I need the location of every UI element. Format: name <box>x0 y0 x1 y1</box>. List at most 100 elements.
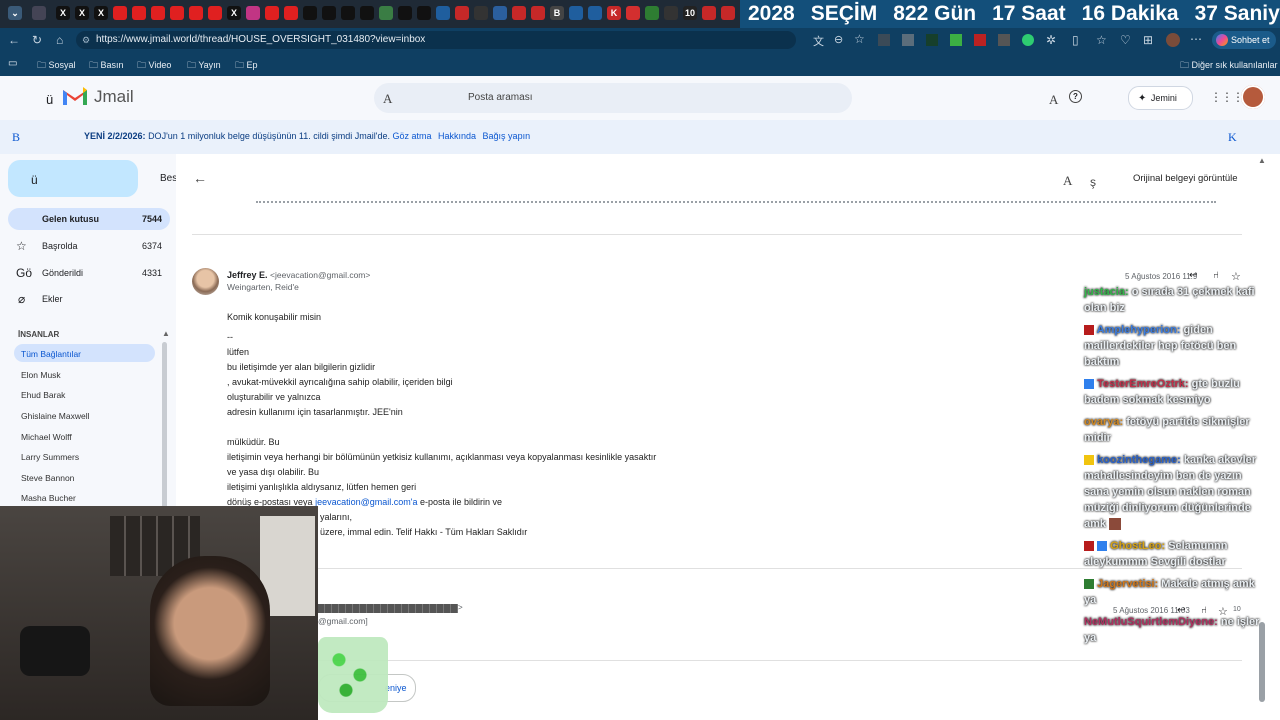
tab-x-icon[interactable] <box>360 6 374 20</box>
star-icon[interactable]: ☆ <box>1231 270 1241 283</box>
translate-icon[interactable]: 文 <box>813 33 824 49</box>
print-icon[interactable]: ş <box>1090 175 1096 189</box>
bookmarks-menu-icon[interactable]: ▭ <box>8 58 17 69</box>
nav-starred[interactable]: ☆ Başrolda 6374 <box>8 235 170 257</box>
email-link[interactable]: jeevacation@gmail.com'a <box>315 497 417 507</box>
tab-b-icon[interactable]: B <box>550 6 564 20</box>
nav-attachments[interactable]: ⌀ Ekler <box>8 288 170 310</box>
apps-grid-icon[interactable]: ⋮⋮⋮ <box>1210 90 1244 104</box>
more-icon[interactable]: ⋯ <box>1190 32 1202 46</box>
back-arrow-icon[interactable]: ← <box>193 170 207 186</box>
text-size-icon[interactable]: A <box>1063 173 1072 189</box>
back-icon[interactable]: ← <box>8 33 20 47</box>
tab-x-icon[interactable] <box>341 6 355 20</box>
extension-icon[interactable] <box>926 34 938 46</box>
tab-favicon[interactable] <box>32 6 46 20</box>
tab-x-icon[interactable]: X <box>227 6 241 20</box>
tab-news-icon[interactable] <box>569 6 583 20</box>
extensions-puzzle-icon[interactable]: ✲ <box>1046 33 1056 47</box>
bookmark-folder[interactable]: 🗀 Basın <box>89 58 124 74</box>
nav-sent[interactable]: Gö Gönderildi 4331 <box>8 262 170 284</box>
split-view-icon[interactable]: ▯ <box>1072 33 1079 47</box>
heart-icon[interactable]: ♡ <box>1120 33 1131 47</box>
sender-name[interactable]: Jeffrey E. <box>227 270 268 280</box>
tab-news-icon[interactable] <box>436 6 450 20</box>
home-icon[interactable]: ⌂ <box>56 33 63 47</box>
tab-youtube-icon[interactable] <box>265 6 279 20</box>
reply-icon[interactable]: ↩ <box>1189 270 1197 281</box>
tab-x-icon[interactable] <box>417 6 431 20</box>
gemini-button[interactable]: ✦ Jemini <box>1128 86 1193 110</box>
tab-x-icon[interactable] <box>398 6 412 20</box>
tune-icon[interactable]: A <box>1049 92 1058 108</box>
main-menu-icon[interactable]: ü <box>46 92 53 107</box>
view-original-link[interactable]: Orijinal belgeyi görüntüle <box>1133 173 1238 184</box>
banner-about-link[interactable]: Hakkında <box>438 131 476 141</box>
tab-ten-icon[interactable]: 10 <box>683 6 697 20</box>
tab-news-icon[interactable] <box>645 6 659 20</box>
tab-instagram-icon[interactable] <box>246 6 260 20</box>
account-avatar[interactable] <box>1241 85 1265 109</box>
sidebar-scrollbar[interactable] <box>162 342 167 512</box>
contact-item[interactable]: Larry Summers <box>21 452 79 462</box>
copilot-chat-button[interactable]: Sohbet et <box>1212 31 1276 49</box>
extension-icon[interactable] <box>998 34 1010 46</box>
extension-icon[interactable] <box>974 34 986 46</box>
tab-x-icon[interactable]: X <box>75 6 89 20</box>
profile-avatar[interactable] <box>1166 33 1180 47</box>
tab-list-icon[interactable]: ⌄ <box>8 6 22 20</box>
extension-icon[interactable] <box>878 34 890 46</box>
tab-news-icon[interactable] <box>512 6 526 20</box>
bookmark-folder[interactable]: 🗀 Ep <box>235 58 258 74</box>
tab-news-icon[interactable] <box>664 6 678 20</box>
extension-icon[interactable] <box>1022 34 1034 46</box>
compose-button[interactable]: ü <box>8 160 138 197</box>
tab-youtube-icon[interactable] <box>170 6 184 20</box>
app-logo[interactable] <box>62 86 88 109</box>
tab-youtube-icon[interactable] <box>208 6 222 20</box>
address-bar[interactable]: ⚙ https://www.jmail.world/thread/HOUSE_O… <box>76 31 796 49</box>
tab-k-icon[interactable]: K <box>607 6 621 20</box>
scroll-up-icon[interactable]: ▲ <box>162 329 170 338</box>
nav-inbox[interactable]: Gelen kutusu 7544 <box>8 208 170 230</box>
banner-dismiss-link[interactable]: Göz atma <box>392 131 431 141</box>
search-bar[interactable]: A Posta araması <box>374 83 852 113</box>
search-icon[interactable]: A <box>383 91 392 107</box>
collections-icon[interactable]: ⊞ <box>1143 33 1153 47</box>
banner-donate-link[interactable]: Bağış yapın <box>483 131 531 141</box>
contact-item[interactable]: Masha Bucher <box>21 493 76 503</box>
tab-favicon[interactable] <box>379 6 393 20</box>
tab-news-icon[interactable] <box>702 6 716 20</box>
favorites-icon[interactable]: ☆ <box>1096 33 1107 47</box>
tab-news-icon[interactable] <box>531 6 545 20</box>
bookmark-folder[interactable]: 🗀 Sosyal <box>37 58 76 74</box>
share-icon[interactable]: ⑁ <box>1213 270 1219 281</box>
sender-avatar[interactable] <box>192 268 219 295</box>
bookmark-folder[interactable]: 🗀 Video <box>137 58 171 74</box>
site-info-icon[interactable]: ⚙ <box>82 31 90 49</box>
extension-icon[interactable] <box>902 34 914 46</box>
reload-icon[interactable]: ↻ <box>32 33 42 47</box>
tab-news-icon[interactable] <box>455 6 469 20</box>
tab-x-icon[interactable] <box>303 6 317 20</box>
tab-youtube-icon[interactable] <box>189 6 203 20</box>
tab-youtube-icon[interactable] <box>284 6 298 20</box>
help-icon[interactable]: ? <box>1069 90 1082 103</box>
search-input[interactable]: Posta araması <box>468 92 532 103</box>
contact-item[interactable]: Ehud Barak <box>21 390 65 400</box>
tab-news-icon[interactable] <box>721 6 735 20</box>
star-icon[interactable]: ☆ <box>854 32 865 46</box>
contact-item[interactable]: Michael Wolff <box>21 432 72 442</box>
reader-icon[interactable]: ⊖ <box>834 33 843 46</box>
contact-item[interactable]: Ghislaine Maxwell <box>21 411 90 421</box>
compose-label[interactable]: Bes <box>160 173 177 184</box>
tab-news-icon[interactable] <box>474 6 488 20</box>
tab-youtube-icon[interactable] <box>132 6 146 20</box>
scroll-up-icon[interactable]: ▲ <box>1258 156 1266 165</box>
tab-news-icon[interactable] <box>626 6 640 20</box>
extension-icon[interactable] <box>950 34 962 46</box>
other-bookmarks[interactable]: 🗀 Diğer sık kullanılanlar <box>1180 58 1278 74</box>
tab-x-icon[interactable] <box>322 6 336 20</box>
banner-close-icon[interactable]: K <box>1228 130 1237 145</box>
bookmark-folder[interactable]: 🗀 Yayın <box>187 58 221 74</box>
